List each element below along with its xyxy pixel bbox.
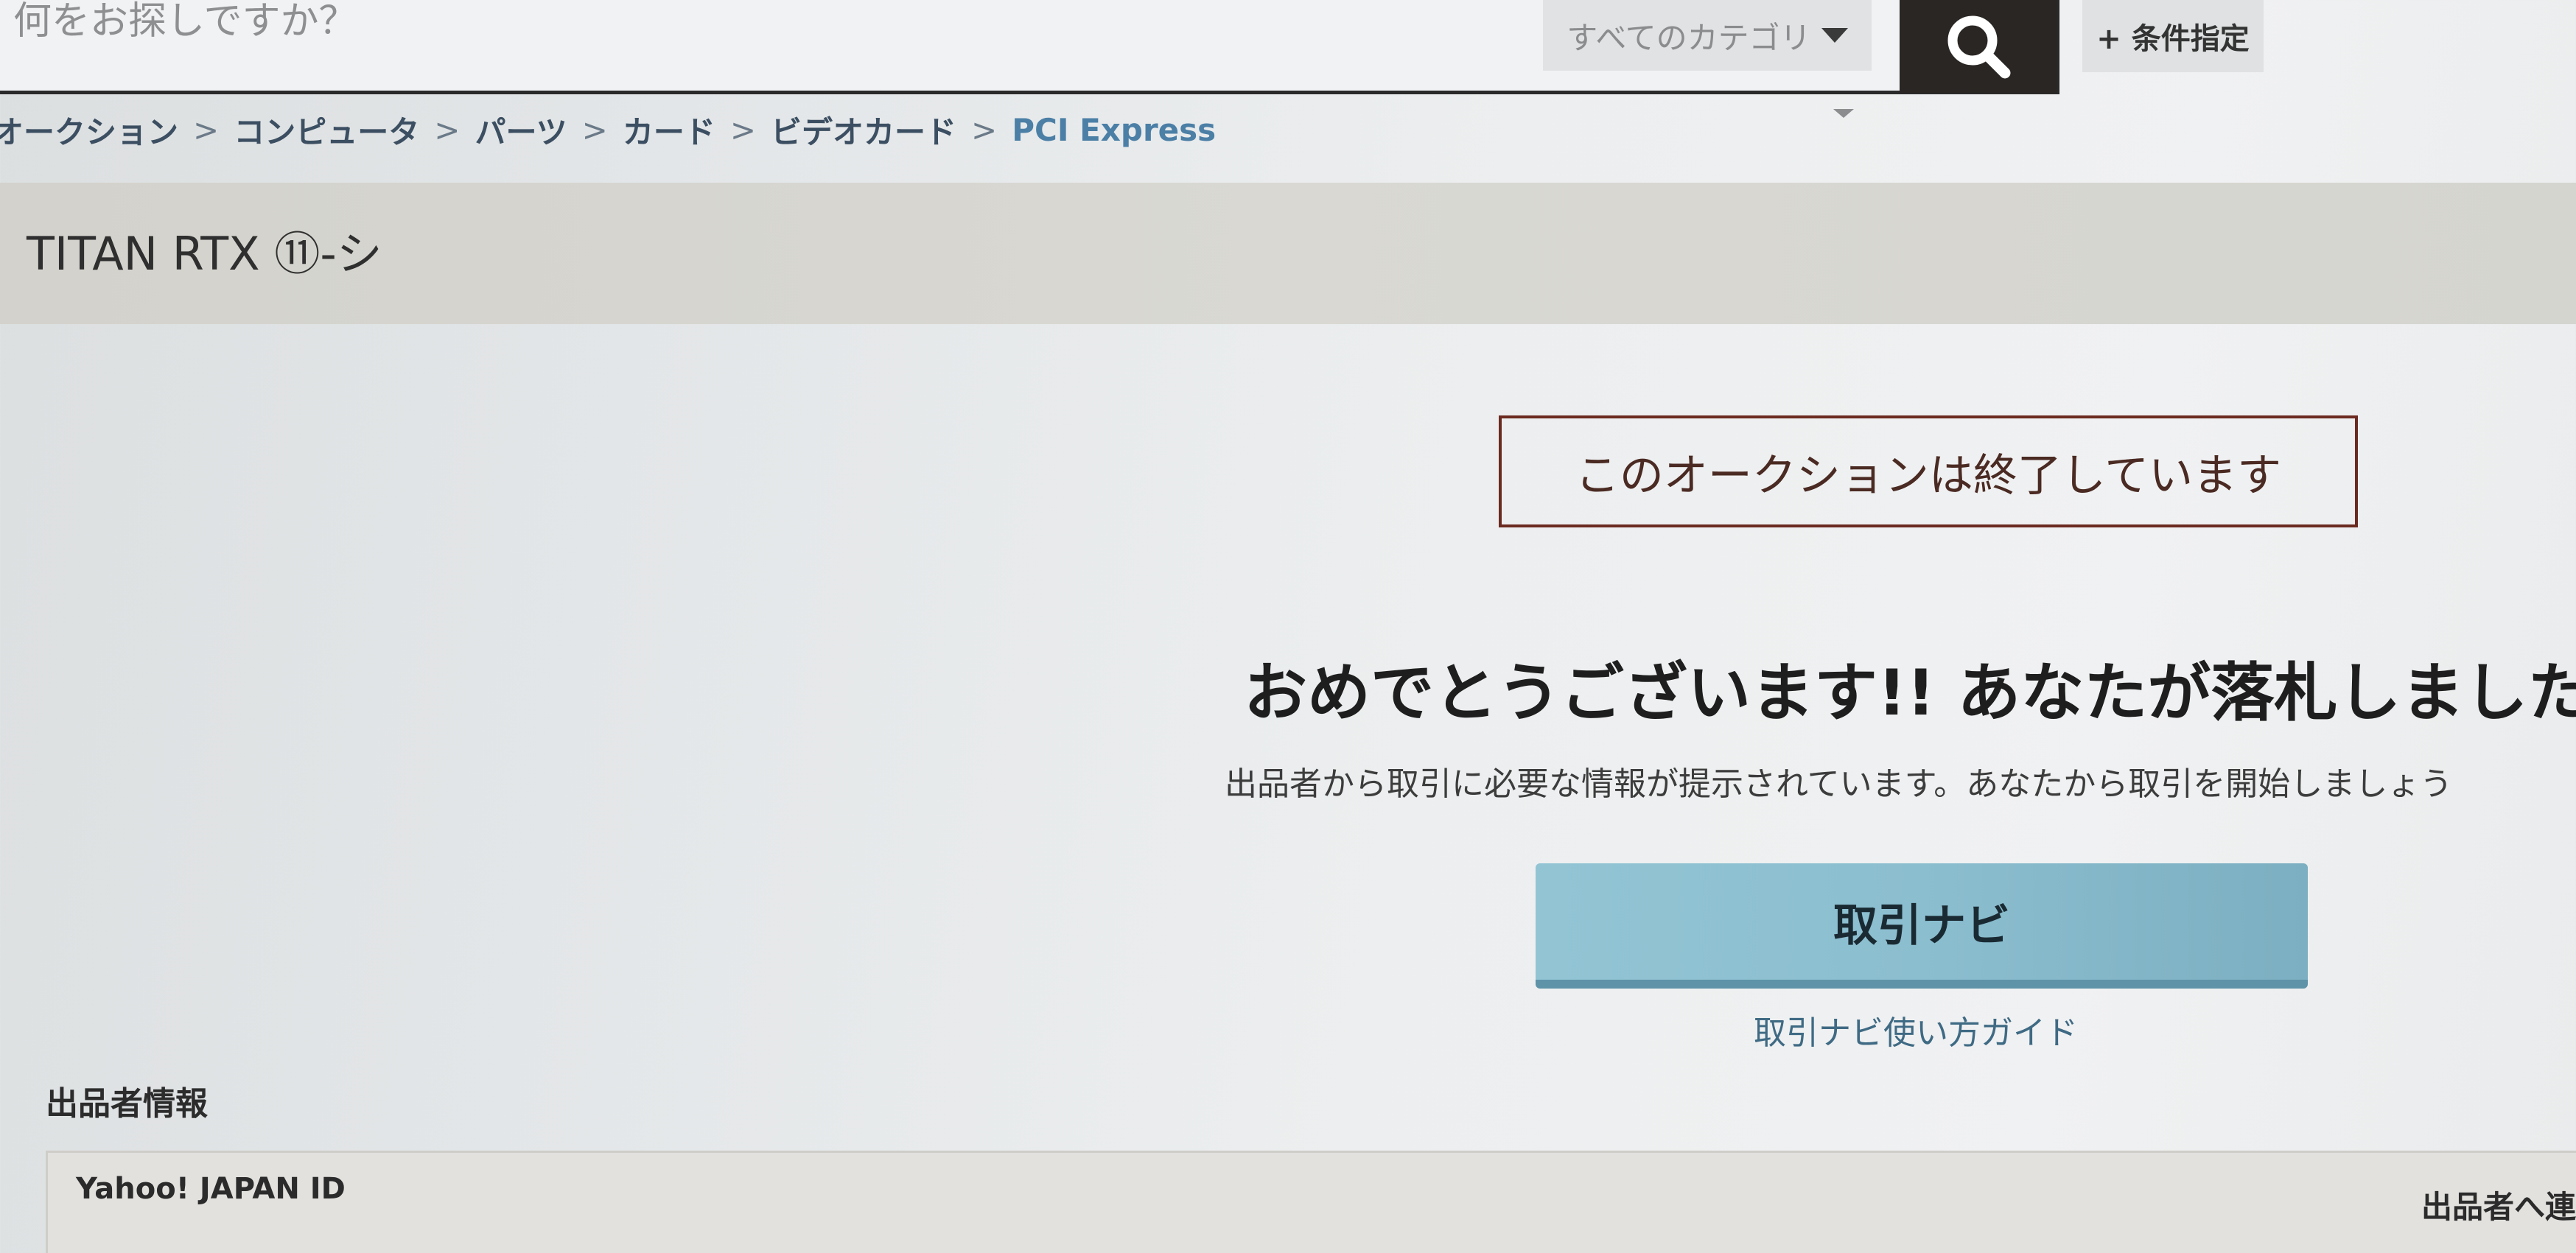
breadcrumb-item-card[interactable]: カード <box>623 108 715 152</box>
trade-navi-button[interactable]: 取引ナビ <box>1536 863 2308 989</box>
contact-seller-link[interactable]: 出品者へ連 <box>2421 1182 2576 1227</box>
breadcrumb-item-video-card[interactable]: ビデオカード <box>771 108 956 152</box>
seller-info-heading: 出品者情報 <box>46 1085 208 1123</box>
breadcrumb-separator: > <box>971 112 998 148</box>
winner-message: おめでとうございます!! あなたが落札しました。 <box>1244 656 2576 730</box>
trade-navi-guide-link[interactable]: 取引ナビ使い方ガイド <box>1754 1006 2078 1053</box>
search-button[interactable] <box>1900 0 2057 93</box>
yahoo-id-label: Yahoo! JAPAN ID <box>76 1172 346 1206</box>
caret-down-icon <box>1833 109 1854 118</box>
search-placeholder: 何をお探しですか？ <box>13 0 357 43</box>
trade-navi-label: 取引ナビ <box>1833 899 2010 952</box>
breadcrumb-item-auction[interactable]: オークション <box>0 108 178 152</box>
seller-info-panel: Yahoo! JAPAN ID 出品者へ連 <box>46 1151 2576 1253</box>
conditions-button[interactable]: + 条件指定 <box>2082 0 2264 72</box>
magnifier-icon <box>1947 15 2011 79</box>
trade-instruction: 出品者から取引に必要な情報が提示されています。あなたから取引を開始しましょう <box>1225 765 2453 803</box>
auction-ended-text: このオークションは終了しています <box>1575 449 2282 502</box>
breadcrumb-item-parts[interactable]: パーツ <box>475 108 567 152</box>
category-label: すべてのカテゴリ <box>1567 19 1811 56</box>
auction-ended-notice: このオークションは終了しています <box>1499 415 2358 527</box>
breadcrumb-separator: > <box>434 112 461 148</box>
breadcrumb-separator: > <box>581 112 608 148</box>
breadcrumb-item-pci-express[interactable]: PCI Express <box>1012 112 1216 148</box>
category-dropdown[interactable]: すべてのカテゴリ <box>1543 0 1872 71</box>
breadcrumb-separator: > <box>729 112 757 148</box>
page-title: TITAN RTX ⑪-シ <box>27 227 382 281</box>
breadcrumb-item-computer[interactable]: コンピュータ <box>234 108 419 152</box>
caret-down-icon <box>1821 28 1848 43</box>
breadcrumb: オークション > コンピュータ > パーツ > カード > ビデオカード > P… <box>0 108 1216 152</box>
item-title-bar: TITAN RTX ⑪-シ <box>0 183 2576 324</box>
breadcrumb-separator: > <box>193 112 220 148</box>
